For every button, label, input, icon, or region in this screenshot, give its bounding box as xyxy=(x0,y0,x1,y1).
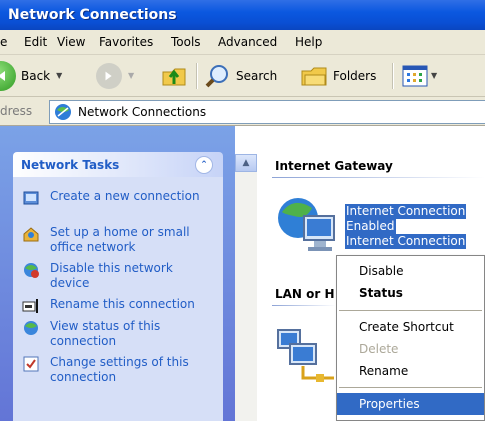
menu-item-disable[interactable]: Disable xyxy=(337,260,484,282)
search-icon xyxy=(205,64,228,87)
section-lan: LAN or H xyxy=(275,287,335,301)
new-connection-icon xyxy=(23,191,39,205)
scroll-up-arrow-icon[interactable]: ▲ xyxy=(235,154,257,172)
address-label: dress xyxy=(0,104,33,118)
menu-separator xyxy=(339,310,482,311)
menu-edit[interactable]: Edit xyxy=(24,35,47,49)
internet-gateway-icon[interactable] xyxy=(276,196,338,254)
toolbar-separator xyxy=(196,63,198,89)
section-divider xyxy=(272,177,485,178)
window-title: Network Connections xyxy=(8,7,177,23)
menu-item-delete: Delete xyxy=(359,342,399,356)
section-divider xyxy=(272,305,336,306)
network-tasks-header[interactable]: Network Tasks ⌃ xyxy=(13,152,223,177)
collapse-chevron-icon[interactable]: ⌃ xyxy=(195,156,213,174)
views-dropdown-icon[interactable]: ▼ xyxy=(431,71,437,80)
address-value: Network Connections xyxy=(78,105,207,119)
views-icon xyxy=(402,65,428,86)
task-view-status[interactable]: View status of this connection xyxy=(20,319,220,349)
menu-advanced[interactable]: Advanced xyxy=(218,35,277,49)
vertical-scrollbar[interactable] xyxy=(235,154,257,421)
section-internet-gateway: Internet Gateway xyxy=(275,159,393,173)
task-disable-device[interactable]: Disable this network device xyxy=(20,261,220,291)
network-tasks-title: Network Tasks xyxy=(21,158,120,172)
task-create-connection[interactable]: Create a new connection xyxy=(20,189,220,207)
menu-file[interactable]: e xyxy=(0,35,7,49)
address-bar: dress Network Connections xyxy=(0,97,485,126)
menu-item-rename[interactable]: Rename xyxy=(337,360,484,382)
toolbar: Back ▼ ▼ Search Folders ▼ xyxy=(0,55,485,97)
search-button[interactable]: Search xyxy=(205,55,277,96)
gateway-type: Internet Connection xyxy=(345,234,467,249)
view-status-icon xyxy=(24,321,38,335)
gateway-name[interactable]: Internet Connection xyxy=(345,204,467,219)
back-button[interactable]: Back ▼ xyxy=(0,55,62,96)
folders-button[interactable]: Folders xyxy=(300,55,376,96)
menu-item-status[interactable]: Status xyxy=(337,282,484,304)
address-input[interactable]: Network Connections xyxy=(49,100,485,124)
views-button[interactable]: ▼ xyxy=(402,55,437,96)
task-list: Create a new connection Set up a home or… xyxy=(13,177,223,421)
up-folder-button[interactable] xyxy=(160,55,188,96)
menu-bar: e Edit View Favorites Tools Advanced Hel… xyxy=(0,30,485,55)
toolbar-separator xyxy=(392,63,394,89)
context-menu: Disable Status Create Shortcut Delete Re… xyxy=(336,255,485,421)
task-pane: Network Tasks ⌃ Create a new connection … xyxy=(0,126,235,421)
menu-tools[interactable]: Tools xyxy=(171,35,201,49)
network-connections-icon xyxy=(55,104,71,120)
home-network-icon xyxy=(23,227,39,242)
menu-favorites[interactable]: Favorites xyxy=(99,35,153,49)
rename-icon xyxy=(22,299,38,313)
lan-connection-icon[interactable] xyxy=(276,326,336,382)
task-setup-home-network[interactable]: Set up a home or small office network xyxy=(20,225,220,255)
menu-separator xyxy=(339,387,482,388)
disable-device-icon xyxy=(24,263,39,278)
network-tasks-panel: Network Tasks ⌃ Create a new connection … xyxy=(13,152,223,421)
gateway-status: Enabled xyxy=(345,219,396,234)
up-folder-icon xyxy=(162,68,186,85)
menu-view[interactable]: View xyxy=(57,35,85,49)
menu-item-properties[interactable]: Properties xyxy=(337,393,484,415)
forward-dropdown-icon[interactable]: ▼ xyxy=(128,71,134,80)
forward-button[interactable]: ▼ xyxy=(96,55,134,96)
forward-arrow-icon xyxy=(96,62,122,89)
title-bar: Network Connections xyxy=(0,0,485,30)
change-settings-icon xyxy=(23,356,39,372)
task-rename-connection[interactable]: Rename this connection xyxy=(20,297,220,315)
menu-help[interactable]: Help xyxy=(295,35,322,49)
task-change-settings[interactable]: Change settings of this connection xyxy=(20,355,220,385)
folders-icon xyxy=(301,67,327,85)
menu-item-create-shortcut[interactable]: Create Shortcut xyxy=(337,316,484,338)
back-dropdown-icon[interactable]: ▼ xyxy=(56,71,62,80)
back-arrow-icon xyxy=(0,60,16,91)
